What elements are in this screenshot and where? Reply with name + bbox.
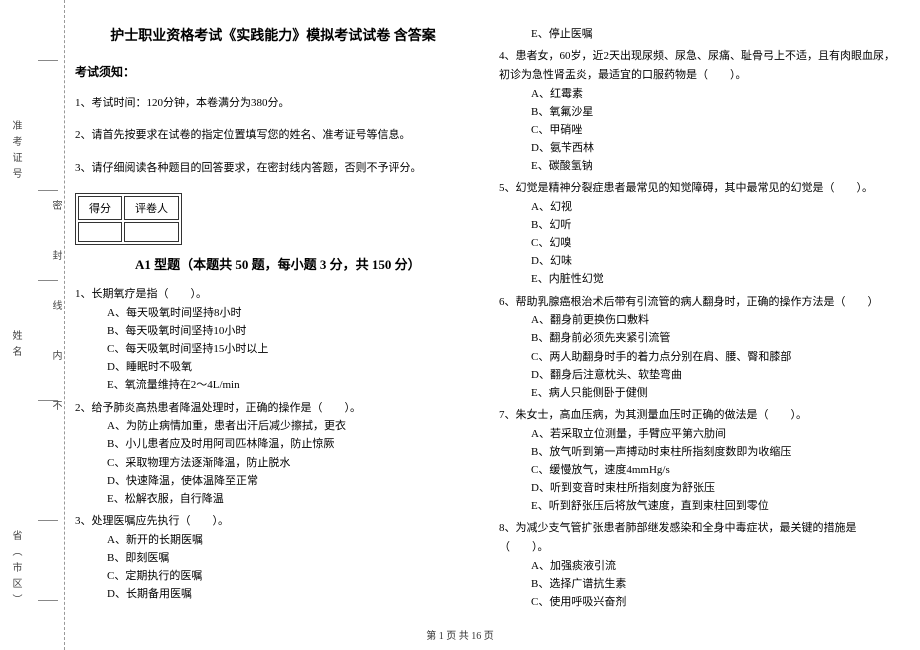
q5-opt-c: C、幻嗅 [531, 234, 895, 252]
q6-opt-d: D、翻身后注意枕头、软垫弯曲 [531, 366, 895, 384]
binding-tick [38, 280, 58, 281]
label-name: 姓名 [8, 330, 23, 362]
q3-opt-a: A、新开的长期医嘱 [107, 531, 471, 549]
score-blank [78, 222, 122, 242]
q1-opt-d: D、睡眠时不吸氧 [107, 358, 471, 376]
q5-opt-e: E、内脏性幻觉 [531, 270, 895, 288]
q3-opt-b: B、即刻医嘱 [107, 549, 471, 567]
grader-cell: 评卷人 [124, 196, 179, 220]
score-cell: 得分 [78, 196, 122, 220]
q5-opt-a: A、幻视 [531, 198, 895, 216]
binding-tick [38, 600, 58, 601]
q4-opt-d: D、氨苄西林 [531, 139, 895, 157]
q1-opt-b: B、每天吸氧时间坚持10小时 [107, 322, 471, 340]
q1-opt-a: A、每天吸氧时间坚持8小时 [107, 304, 471, 322]
binding-margin: 省（市区） 姓名 准考证号 密封线内不 [0, 0, 65, 650]
q3-opt-c: C、定期执行的医嘱 [107, 567, 471, 585]
q8-opt-a: A、加强痰液引流 [531, 557, 895, 575]
label-examno: 准考证号 [8, 120, 23, 184]
grader-blank [124, 222, 179, 242]
q7-stem: 7、朱女士，高血压病，为其测量血压时正确的做法是（ ）。 [499, 406, 895, 425]
q3-opt-d: D、长期备用医嘱 [107, 585, 471, 603]
seal-line-label: 密封线内不 [48, 200, 63, 450]
page-footer: 第 1 页 共 16 页 [0, 627, 920, 642]
q4-opt-b: B、氧氟沙星 [531, 103, 895, 121]
score-box: 得分 评卷人 [75, 193, 182, 245]
q2-opt-a: A、为防止病情加重，患者出汗后减少擦拭，更衣 [107, 417, 471, 435]
notice-label: 考试须知： [75, 63, 471, 80]
instruction-1: 1、考试时间：120分钟，本卷满分为380分。 [75, 90, 471, 116]
q2-opt-d: D、快速降温，使体温降至正常 [107, 472, 471, 490]
q2-stem: 2、给予肺炎高热患者降温处理时，正确的操作是（ ）。 [75, 399, 471, 418]
q8-opt-b: B、选择广谱抗生素 [531, 575, 895, 593]
question-2: 2、给予肺炎高热患者降温处理时，正确的操作是（ ）。 A、为防止病情加重，患者出… [75, 399, 471, 508]
q7-opt-a: A、若采取立位测量，手臂应平第六肋间 [531, 425, 895, 443]
binding-tick [38, 400, 58, 401]
q1-opt-c: C、每天吸氧时间坚持15小时以上 [107, 340, 471, 358]
q2-opt-c: C、采取物理方法逐渐降温，防止脱水 [107, 454, 471, 472]
exam-title: 护士职业资格考试《实践能力》模拟考试试卷 含答案 [75, 25, 471, 45]
q7-opt-c: C、缓慢放气，速度4mmHg/s [531, 461, 895, 479]
q6-opt-a: A、翻身前更换伤口敷料 [531, 311, 895, 329]
q2-opt-b: B、小儿患者应及时用阿司匹林降温，防止惊厥 [107, 435, 471, 453]
section-a1-title: A1 型题（本题共 50 题，每小题 3 分，共 150 分） [135, 254, 421, 273]
q7-opt-e: E、听到舒张压后将放气速度，直到束柱回到零位 [531, 497, 895, 515]
question-6: 6、帮助乳腺癌根治术后带有引流管的病人翻身时，正确的操作方法是（ ） A、翻身前… [499, 293, 895, 402]
q5-stem: 5、幻觉是精神分裂症患者最常见的知觉障碍，其中最常见的幻觉是（ ）。 [499, 179, 895, 198]
question-1: 1、长期氧疗是指（ ）。 A、每天吸氧时间坚持8小时 B、每天吸氧时间坚持10小… [75, 285, 471, 394]
q4-opt-e: E、碳酸氢钠 [531, 157, 895, 175]
q3-stem: 3、处理医嘱应先执行（ ）。 [75, 512, 471, 531]
q5-opt-b: B、幻听 [531, 216, 895, 234]
label-province: 省（市区） [8, 530, 23, 610]
question-7: 7、朱女士，高血压病，为其测量血压时正确的做法是（ ）。 A、若采取立位测量，手… [499, 406, 895, 515]
question-4: 4、患者女，60岁，近2天出现尿频、尿急、尿痛、耻骨弓上不适，且有肉眼血尿，初诊… [499, 47, 895, 175]
q4-stem: 4、患者女，60岁，近2天出现尿频、尿急、尿痛、耻骨弓上不适，且有肉眼血尿，初诊… [499, 47, 895, 84]
q2-opt-e: E、松解衣服，自行降温 [107, 490, 471, 508]
instruction-3: 3、请仔细阅读各种题目的回答要求，在密封线内答题，否则不予评分。 [75, 155, 471, 181]
q1-stem: 1、长期氧疗是指（ ）。 [75, 285, 471, 304]
binding-tick [38, 60, 58, 61]
binding-tick [38, 190, 58, 191]
content-area: 护士职业资格考试《实践能力》模拟考试试卷 含答案 考试须知： 1、考试时间：12… [75, 25, 895, 620]
q6-opt-c: C、两人助翻身时手的着力点分别在肩、腰、臀和膝部 [531, 348, 895, 366]
q7-opt-b: B、放气听到第一声搏动时束柱所指刻度数即为收缩压 [531, 443, 895, 461]
q3-opt-e: E、停止医嘱 [531, 25, 895, 43]
q8-opt-c: C、使用呼吸兴奋剂 [531, 593, 895, 611]
q8-stem: 8、为减少支气管扩张患者肺部继发感染和全身中毒症状，最关键的措施是（ ）。 [499, 519, 895, 556]
exam-page: 省（市区） 姓名 准考证号 密封线内不 护士职业资格考试《实践能力》模拟考试试卷… [0, 0, 920, 650]
q1-opt-e: E、氧流量维持在2～4L/min [107, 376, 471, 394]
instruction-2: 2、请首先按要求在试卷的指定位置填写您的姓名、准考证号等信息。 [75, 122, 471, 148]
q5-opt-d: D、幻味 [531, 252, 895, 270]
q6-opt-b: B、翻身前必须先夹紧引流管 [531, 329, 895, 347]
binding-tick [38, 520, 58, 521]
q6-stem: 6、帮助乳腺癌根治术后带有引流管的病人翻身时，正确的操作方法是（ ） [499, 293, 895, 312]
q6-opt-e: E、病人只能侧卧于健侧 [531, 384, 895, 402]
q4-opt-c: C、甲硝唑 [531, 121, 895, 139]
q7-opt-d: D、听到变音时束柱所指刻度为舒张压 [531, 479, 895, 497]
q4-opt-a: A、红霉素 [531, 85, 895, 103]
question-5: 5、幻觉是精神分裂症患者最常见的知觉障碍，其中最常见的幻觉是（ ）。 A、幻视 … [499, 179, 895, 288]
